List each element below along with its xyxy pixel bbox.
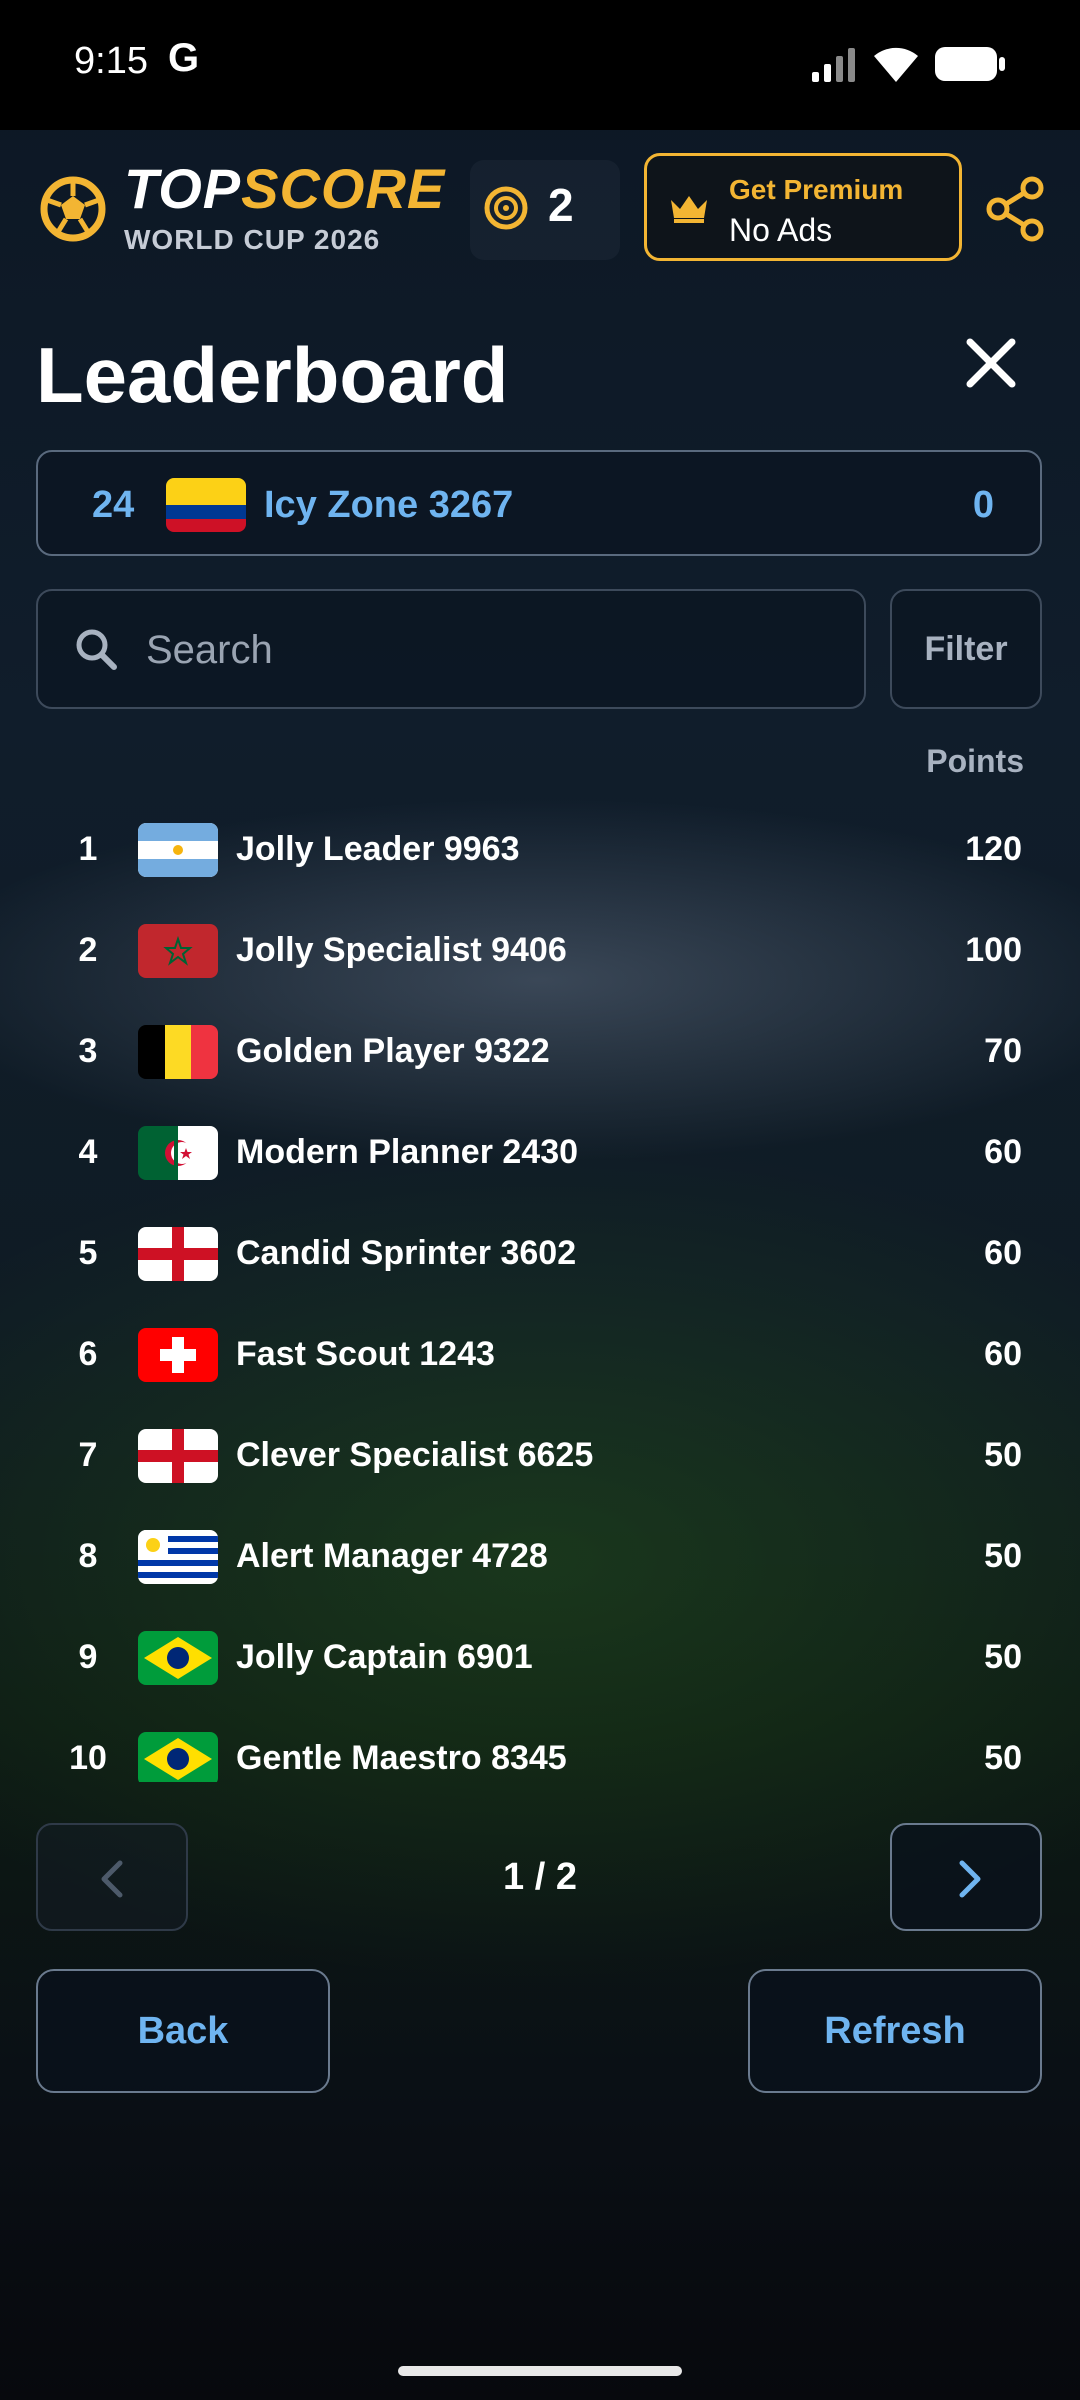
row-name: Jolly Specialist 9406	[236, 931, 567, 969]
search-input[interactable]	[144, 619, 838, 681]
row-rank: 9	[78, 1638, 98, 1676]
search-box[interactable]	[36, 589, 866, 709]
signal-icon	[812, 48, 855, 82]
row-rank: 10	[69, 1739, 107, 1777]
chevron-right-icon	[959, 1860, 981, 1898]
switzerland-flag-icon	[138, 1328, 218, 1382]
leaderboard-row[interactable]: 8 Alert Manager 4728 50	[36, 1507, 1042, 1608]
morocco-flag-icon	[138, 924, 218, 978]
page-title: Leaderboard	[36, 331, 509, 419]
row-rank: 5	[78, 1234, 98, 1272]
argentina-flag-icon	[138, 823, 218, 877]
uruguay-flag-icon	[138, 1530, 218, 1584]
algeria-flag-icon	[138, 1126, 218, 1180]
row-name: Golden Player 9322	[236, 1032, 550, 1070]
previous-page-button[interactable]	[36, 1823, 188, 1931]
points-column-header: Points	[926, 743, 1024, 779]
leaderboard-row[interactable]: 1 Jolly Leader 9963 120	[36, 800, 1042, 901]
row-points: 60	[984, 1234, 1022, 1272]
row-points: 120	[965, 830, 1022, 868]
leaderboard-list[interactable]: 1 Jolly Leader 9963 120 2 Jolly Speciali…	[36, 800, 1042, 1782]
coin-count: 2	[548, 179, 574, 231]
row-name: Candid Sprinter 3602	[236, 1234, 577, 1272]
brand-subtitle: WORLD CUP 2026	[124, 224, 381, 255]
row-points: 60	[984, 1133, 1022, 1171]
row-points: 60	[984, 1335, 1022, 1373]
brazil-flag-icon	[138, 1732, 218, 1782]
premium-title: Get Premium	[729, 174, 904, 205]
leaderboard-row[interactable]: 7 Clever Specialist 6625 50	[36, 1406, 1042, 1507]
leaderboard-row[interactable]: 9 Jolly Captain 6901 50	[36, 1608, 1042, 1709]
row-rank: 4	[78, 1133, 98, 1171]
leaderboard-row[interactable]: 10 Gentle Maestro 8345 50	[36, 1709, 1042, 1782]
wifi-icon	[874, 47, 918, 82]
coin-icon	[484, 186, 528, 230]
leaderboard-row[interactable]: 6 Fast Scout 1243 60	[36, 1305, 1042, 1406]
premium-subtitle: No Ads	[729, 212, 833, 248]
status-time: 9:15	[74, 40, 148, 82]
colombia-flag-icon	[166, 478, 246, 532]
row-points: 100	[965, 931, 1022, 969]
row-points: 50	[984, 1638, 1022, 1676]
status-bar: 9:15 G	[0, 0, 1080, 130]
my-rank-row: 24 Icy Zone 3267 0	[36, 450, 1042, 556]
home-indicator[interactable]	[398, 2366, 682, 2376]
google-icon: G	[168, 36, 200, 80]
leaderboard-row[interactable]: 4 Modern Planner 2430 60	[36, 1103, 1042, 1204]
row-rank: 2	[78, 931, 98, 969]
next-page-button[interactable]	[890, 1823, 1042, 1931]
row-rank: 1	[78, 830, 98, 868]
refresh-button[interactable]: Refresh	[748, 1969, 1042, 2093]
my-points: 0	[972, 484, 994, 526]
brand-logo-text: TOPSCORE	[124, 156, 445, 221]
row-name: Alert Manager 4728	[236, 1537, 548, 1575]
brand-part-top: TOP	[124, 157, 242, 220]
row-name: Fast Scout 1243	[236, 1335, 495, 1373]
england-flag-icon	[138, 1227, 218, 1281]
row-name: Gentle Maestro 8345	[236, 1739, 567, 1777]
leaderboard-row[interactable]: 5 Candid Sprinter 3602 60	[36, 1204, 1042, 1305]
belgium-flag-icon	[138, 1025, 218, 1079]
row-rank: 6	[78, 1335, 98, 1373]
my-name: Icy Zone 3267	[264, 484, 514, 526]
filter-button[interactable]: Filter	[890, 589, 1042, 709]
row-points: 50	[984, 1739, 1022, 1777]
row-rank: 3	[78, 1032, 98, 1070]
my-rank: 24	[92, 484, 135, 526]
share-icon[interactable]	[984, 176, 1046, 242]
brazil-flag-icon	[138, 1631, 218, 1685]
leaderboard-row[interactable]: 2 Jolly Specialist 9406 100	[36, 901, 1042, 1002]
chevron-left-icon	[101, 1860, 123, 1898]
row-points: 50	[984, 1537, 1022, 1575]
page-indicator: 1 / 2	[503, 1856, 577, 1898]
row-points: 70	[984, 1032, 1022, 1070]
back-button[interactable]: Back	[36, 1969, 330, 2093]
row-rank: 7	[78, 1436, 98, 1474]
england-flag-icon	[138, 1429, 218, 1483]
search-icon	[76, 629, 117, 670]
leaderboard-row[interactable]: 3 Golden Player 9322 70	[36, 1002, 1042, 1103]
close-icon[interactable]	[962, 334, 1020, 392]
row-name: Jolly Captain 6901	[236, 1638, 533, 1676]
row-name: Jolly Leader 9963	[236, 830, 520, 868]
row-points: 50	[984, 1436, 1022, 1474]
crown-icon	[671, 196, 707, 223]
row-name: Clever Specialist 6625	[236, 1436, 594, 1474]
soccer-ball-icon	[40, 176, 106, 242]
battery-icon	[935, 47, 1005, 81]
row-name: Modern Planner 2430	[236, 1133, 579, 1171]
row-rank: 8	[78, 1537, 98, 1575]
brand-part-score: SCORE	[241, 157, 446, 220]
get-premium-button[interactable]: Get Premium No Ads	[644, 153, 962, 261]
